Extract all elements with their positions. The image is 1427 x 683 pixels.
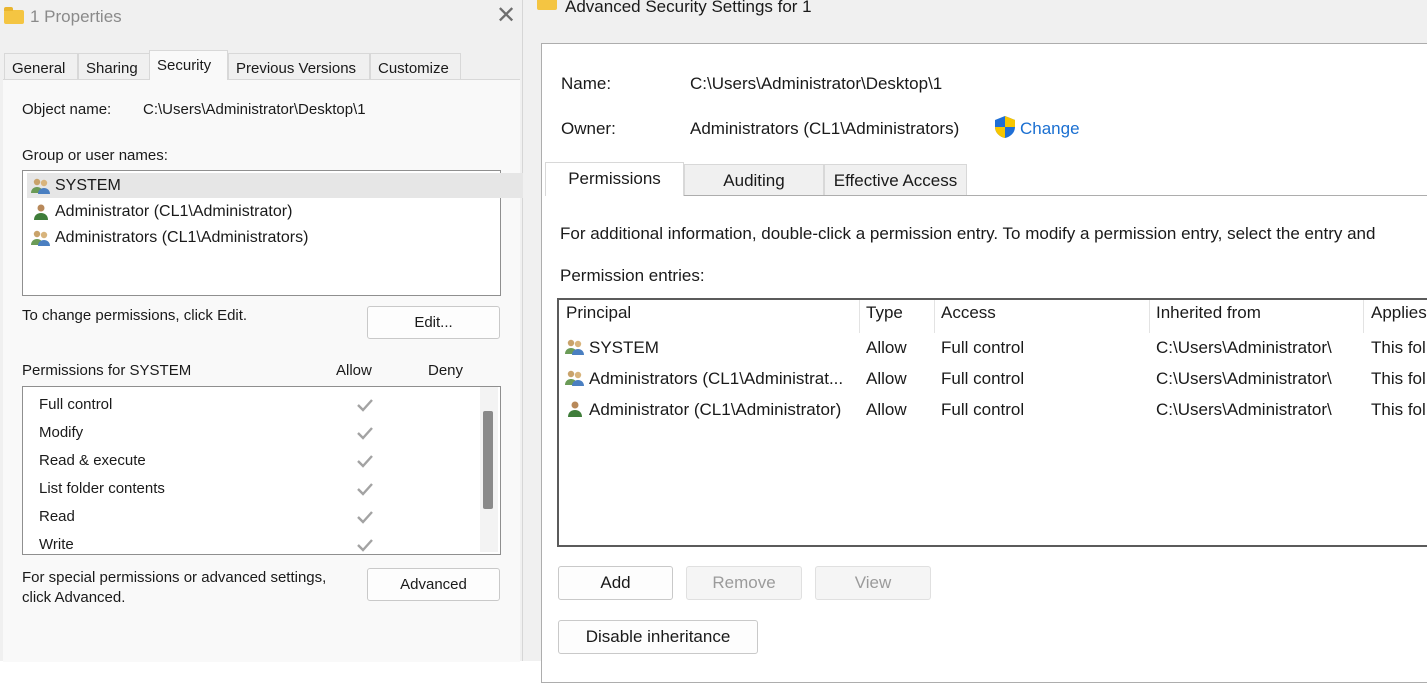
deny-header: Deny bbox=[428, 362, 464, 379]
checkmark-icon bbox=[357, 399, 373, 412]
info-text: For additional information, double-click… bbox=[560, 224, 1376, 243]
permission-row: Read bbox=[39, 503, 373, 531]
checkmark-icon bbox=[357, 455, 373, 468]
entry-access[interactable]: Full control bbox=[941, 400, 1024, 420]
tab-auditing[interactable]: Auditing bbox=[684, 164, 824, 195]
checkmark-icon bbox=[357, 483, 373, 496]
entry-applies-to[interactable]: This fol bbox=[1371, 369, 1426, 389]
permissions-for-label: Permissions for SYSTEM bbox=[22, 362, 192, 379]
permission-row: Read & execute bbox=[39, 447, 373, 475]
tab-general[interactable]: General bbox=[4, 53, 78, 79]
column-access[interactable]: Access bbox=[941, 303, 996, 323]
user-list[interactable]: SYSTEM Administrator (CL1\Administrator)… bbox=[22, 170, 527, 296]
name-label: Name: bbox=[561, 74, 612, 93]
user-list-item[interactable]: Administrator (CL1\Administrator) bbox=[27, 199, 292, 224]
permission-row: Write bbox=[39, 531, 373, 554]
entry-type[interactable]: Allow bbox=[866, 400, 907, 420]
entry-principal[interactable]: Administrator (CL1\Administrator) bbox=[589, 400, 841, 420]
permissions-list[interactable]: Full control Modify Read & execute List … bbox=[22, 386, 501, 555]
group-icon bbox=[31, 230, 50, 246]
tab-previous-versions[interactable]: Previous Versions bbox=[228, 53, 370, 79]
entry-access[interactable]: Full control bbox=[941, 338, 1024, 358]
permission-row: Full control bbox=[39, 391, 373, 419]
properties-title: 1 Properties bbox=[30, 7, 122, 26]
uac-shield-icon bbox=[995, 116, 1015, 138]
change-permissions-hint: To change permissions, click Edit. bbox=[22, 307, 248, 324]
permission-name: Write bbox=[39, 536, 74, 553]
name-value[interactable]: C:\Users\Administrator\Desktop\1 bbox=[690, 74, 942, 94]
group-icon bbox=[565, 339, 584, 355]
permission-name: List folder contents bbox=[39, 480, 165, 497]
object-name-value: C:\Users\Administrator\Desktop\1 bbox=[143, 101, 366, 118]
permission-row: Modify bbox=[39, 419, 373, 447]
user-icon bbox=[568, 401, 582, 417]
permission-name: Modify bbox=[39, 424, 84, 441]
permission-name: Read & execute bbox=[39, 452, 146, 469]
entry-inherited-from[interactable]: C:\Users\Administrator\ bbox=[1156, 338, 1332, 358]
column-applies-to[interactable]: Applies bbox=[1371, 303, 1427, 323]
column-inherited-from[interactable]: Inherited from bbox=[1156, 303, 1261, 323]
change-owner-link[interactable]: Change bbox=[1020, 119, 1080, 139]
column-separator[interactable] bbox=[1363, 300, 1364, 333]
entry-type[interactable]: Allow bbox=[866, 369, 907, 389]
tab-sharing[interactable]: Sharing bbox=[78, 53, 150, 79]
group-icon bbox=[565, 370, 584, 386]
owner-label: Owner: bbox=[561, 119, 616, 138]
advanced-button[interactable]: Advanced bbox=[367, 568, 500, 601]
disable-inheritance-button[interactable]: Disable inheritance bbox=[558, 620, 758, 654]
add-button[interactable]: Add bbox=[558, 566, 673, 600]
owner-value: Administrators (CL1\Administrators) bbox=[690, 119, 960, 138]
user-name: SYSTEM bbox=[55, 177, 121, 194]
user-icon bbox=[34, 204, 48, 220]
entry-type[interactable]: Allow bbox=[866, 338, 907, 358]
view-button[interactable]: View bbox=[815, 566, 931, 600]
folder-icon bbox=[537, 0, 557, 10]
advanced-title: Advanced Security Settings for 1 bbox=[565, 0, 812, 16]
entry-access[interactable]: Full control bbox=[941, 369, 1024, 389]
folder-icon bbox=[4, 7, 24, 24]
column-separator[interactable] bbox=[1149, 300, 1150, 333]
permission-entries-label: Permission entries: bbox=[560, 266, 705, 285]
checkmark-icon bbox=[357, 427, 373, 440]
group-or-user-names-label: Group or user names: bbox=[22, 147, 168, 164]
permission-name: Read bbox=[39, 508, 75, 525]
entry-inherited-from[interactable]: C:\Users\Administrator\ bbox=[1156, 369, 1332, 389]
entry-applies-to[interactable]: This fol bbox=[1371, 400, 1426, 420]
entry-principal[interactable]: Administrators (CL1\Administrat... bbox=[589, 369, 843, 389]
remove-button[interactable]: Remove bbox=[686, 566, 802, 600]
scrollbar-thumb[interactable] bbox=[483, 411, 493, 509]
column-principal[interactable]: Principal bbox=[566, 303, 631, 323]
checkmark-icon bbox=[357, 539, 373, 552]
tab-customize[interactable]: Customize bbox=[370, 53, 461, 79]
column-separator[interactable] bbox=[934, 300, 935, 333]
column-separator[interactable] bbox=[859, 300, 860, 333]
tab-permissions[interactable]: Permissions bbox=[545, 162, 684, 196]
permission-name: Full control bbox=[39, 396, 113, 413]
tab-security[interactable]: Security bbox=[149, 50, 228, 80]
tab-divider bbox=[684, 195, 1427, 196]
tab-effective-access[interactable]: Effective Access bbox=[824, 164, 967, 195]
special-permissions-hint: For special permissions or advanced sett… bbox=[22, 569, 327, 586]
column-type[interactable]: Type bbox=[866, 303, 903, 323]
close-icon[interactable]: ✕ bbox=[496, 4, 516, 28]
user-list-item[interactable]: SYSTEM bbox=[27, 173, 527, 198]
group-icon bbox=[31, 178, 50, 194]
entry-principal[interactable]: SYSTEM bbox=[589, 338, 659, 358]
entry-inherited-from[interactable]: C:\Users\Administrator\ bbox=[1156, 400, 1332, 420]
user-name: Administrator (CL1\Administrator) bbox=[55, 203, 293, 220]
allow-header: Allow bbox=[336, 362, 372, 379]
permission-row: List folder contents bbox=[39, 475, 373, 503]
entry-applies-to[interactable]: This fol bbox=[1371, 338, 1426, 358]
edit-button[interactable]: Edit... bbox=[367, 306, 500, 339]
special-permissions-hint-2: click Advanced. bbox=[22, 589, 126, 606]
user-name: Administrators (CL1\Administrators) bbox=[55, 229, 309, 246]
user-list-item[interactable]: Administrators (CL1\Administrators) bbox=[27, 225, 308, 250]
object-name-label: Object name: bbox=[22, 101, 112, 118]
checkmark-icon bbox=[357, 511, 373, 524]
permission-entries-grid[interactable] bbox=[557, 298, 1427, 547]
